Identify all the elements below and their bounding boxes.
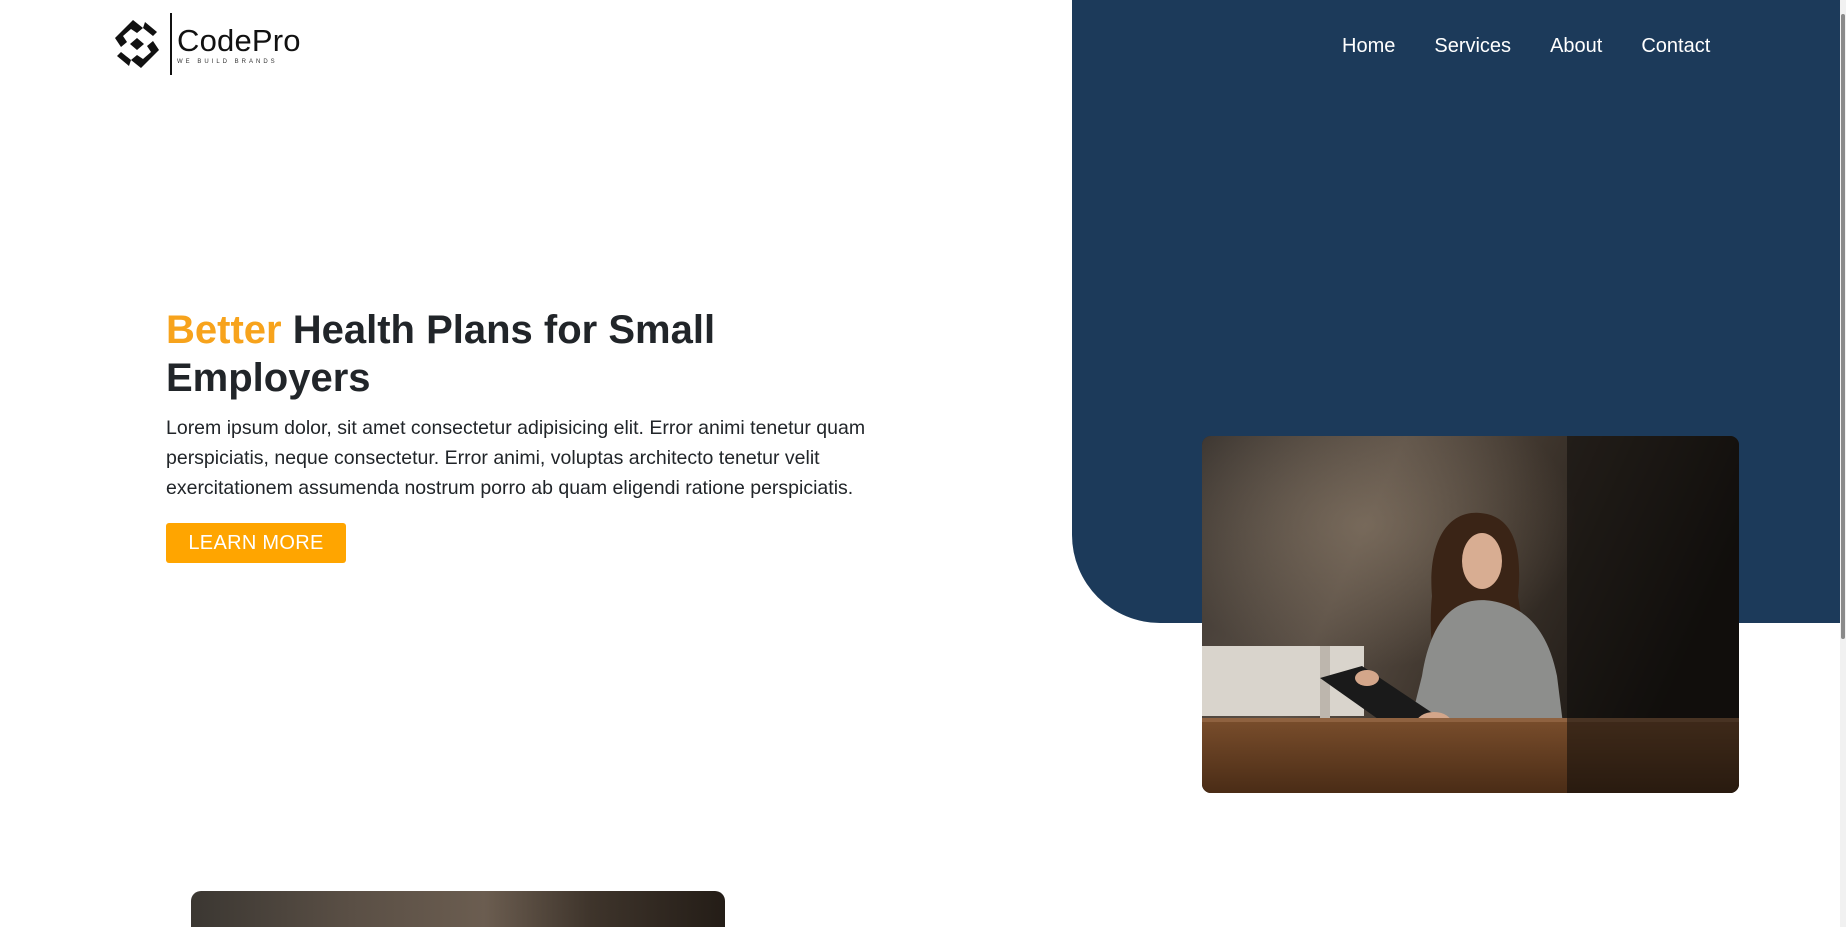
nav-link-home[interactable]: Home — [1342, 31, 1395, 61]
hero-title: Better Health Plans for Small Employers — [166, 306, 786, 402]
codepro-logo-icon — [115, 20, 159, 68]
secondary-image — [191, 891, 725, 927]
nav-link-contact[interactable]: Contact — [1641, 31, 1710, 61]
logo-text: CodePro WE BUILD BRANDS — [177, 22, 301, 65]
nav-link-services[interactable]: Services — [1434, 31, 1511, 61]
hero-image — [1202, 436, 1739, 793]
site-logo[interactable]: CodePro WE BUILD BRANDS — [113, 13, 301, 75]
hero-title-accent: Better — [166, 308, 282, 352]
woman-with-tablet-image — [1202, 436, 1739, 793]
main-nav: Home Services About Contact — [1342, 31, 1710, 61]
logo-divider — [170, 13, 172, 75]
learn-more-button[interactable]: LEARN MORE — [166, 523, 346, 563]
logo-tagline: WE BUILD BRANDS — [177, 58, 278, 65]
hero-description: Lorem ipsum dolor, sit amet consectetur … — [166, 417, 866, 499]
scrollbar-thumb[interactable] — [1841, 14, 1845, 639]
logo-name: CodePro — [177, 22, 301, 58]
landing-page: CodePro WE BUILD BRANDS Home Services Ab… — [0, 0, 1846, 927]
nav-link-about[interactable]: About — [1550, 31, 1602, 61]
